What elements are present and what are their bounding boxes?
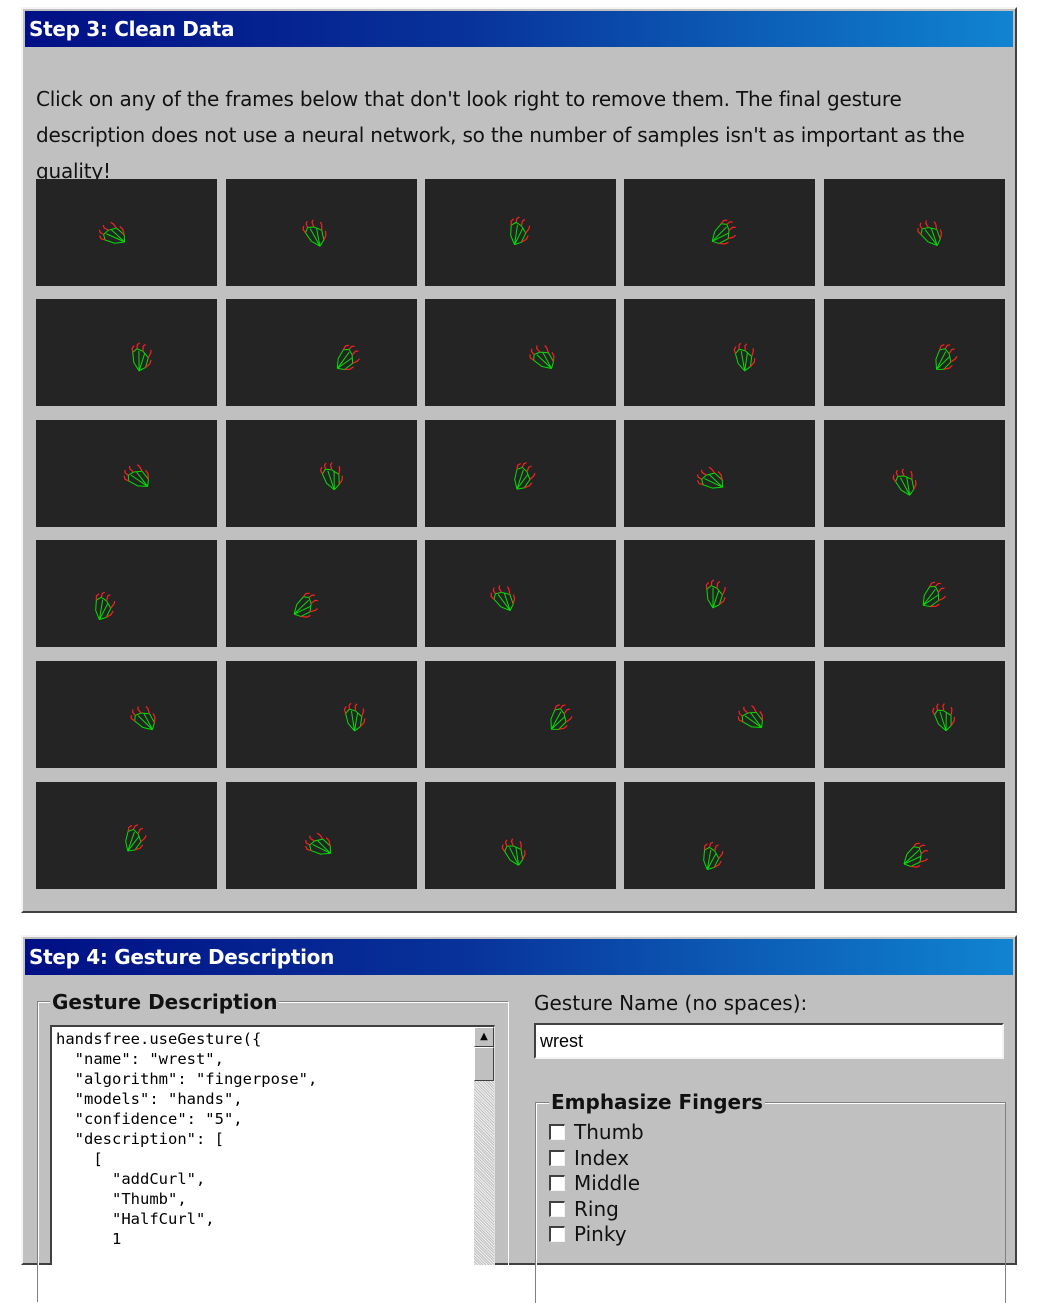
gesture-frame-1[interactable] [36,179,217,286]
index-checkbox[interactable] [549,1149,565,1166]
hand-skeleton-icon [95,591,116,621]
hand-skeleton-icon [550,704,573,730]
hand-skeleton-icon [733,342,756,372]
hand-skeleton-icon [490,585,516,612]
gesture-frame-17[interactable] [226,540,417,647]
gesture-frame-29[interactable] [624,782,815,889]
hand-skeleton-icon [696,466,724,489]
middle-checkbox[interactable] [549,1175,565,1191]
hand-skeleton-icon [903,842,929,868]
pinky-checkbox[interactable] [549,1226,565,1242]
hand-skeleton-icon [737,705,764,729]
gesture-frame-6[interactable] [36,299,217,406]
gesture-frame-11[interactable] [36,420,217,527]
step4-panel: Step 4: Gesture Description Gesture Desc… [21,935,1017,1303]
hand-skeleton-icon [98,221,126,244]
hand-skeleton-icon [302,219,327,247]
gesture-frame-16[interactable] [36,540,217,647]
emphasize-fingers-legend: Emphasize Fingers [549,1089,765,1115]
gesture-frame-27[interactable] [226,782,417,889]
hand-skeleton-icon [305,832,331,855]
step4-title: Step 4: Gesture Description [25,939,1013,975]
thumb-checkbox[interactable] [549,1124,565,1140]
gesture-description-legend: Gesture Description [50,989,280,1015]
index-label: Index [574,1145,630,1170]
gesture-frame-3[interactable] [425,179,616,286]
gesture-description-textarea[interactable]: handsfree.useGesture({ "name": "wrest", … [50,1025,495,1265]
gesture-frame-23[interactable] [425,661,616,768]
hand-skeleton-icon [130,705,156,731]
hand-skeleton-icon [514,462,536,490]
gesture-frame-8[interactable] [425,299,616,406]
gesture-frame-25[interactable] [824,661,1005,768]
gesture-frame-18[interactable] [425,540,616,647]
frame-grid [36,179,1005,891]
gesture-frame-7[interactable] [226,299,417,406]
hand-skeleton-icon [935,344,958,370]
gesture-frame-4[interactable] [624,179,815,286]
gesture-frame-24[interactable] [624,661,815,768]
gesture-frame-9[interactable] [624,299,815,406]
hand-skeleton-icon [293,592,318,618]
scroll-thumb[interactable] [474,1047,494,1081]
step3-instructions: Click on any of the frames below that do… [36,87,965,183]
thumb-label: Thumb [574,1120,644,1144]
gesture-frame-2[interactable] [226,179,417,286]
description-scrollbar[interactable]: ▲ [474,1027,494,1265]
hand-skeleton-icon [125,824,147,852]
gesture-description-code: handsfree.useGesture({ "name": "wrest", … [56,1030,318,1248]
hand-skeleton-icon [711,219,736,245]
hand-skeleton-icon [703,841,724,871]
hand-skeleton-icon [123,464,150,487]
hand-skeleton-icon [932,703,955,732]
middle-label: Middle [574,1171,641,1195]
gesture-frame-19[interactable] [624,540,815,647]
gesture-frame-5[interactable] [824,179,1005,286]
gesture-name-input[interactable] [534,1023,1004,1059]
gesture-frame-26[interactable] [36,782,217,889]
gesture-frame-30[interactable] [824,782,1005,889]
step3-title: Step 3: Clean Data [25,11,1013,47]
hand-skeleton-icon [892,468,917,496]
hand-skeleton-icon [510,216,531,246]
gesture-frame-12[interactable] [226,420,417,527]
pinky-label: Pinky [574,1222,627,1246]
gesture-frame-20[interactable] [824,540,1005,647]
hand-skeleton-icon [917,220,943,246]
hand-skeleton-icon [319,462,343,491]
ring-label: Ring [574,1196,619,1221]
gesture-frame-14[interactable] [624,420,815,527]
hand-skeleton-icon [343,702,366,732]
hand-skeleton-icon [501,838,526,866]
gesture-frame-28[interactable] [425,782,616,889]
hand-skeleton-icon [529,344,555,370]
gesture-frame-15[interactable] [824,420,1005,527]
hand-skeleton-icon [922,581,946,608]
gesture-frame-21[interactable] [36,661,217,768]
hand-skeleton-icon [336,344,360,371]
gesture-frame-13[interactable] [425,420,616,527]
scroll-up-button[interactable]: ▲ [474,1027,494,1047]
hand-skeleton-icon [705,579,726,609]
arrow-up-icon: ▲ [480,1031,488,1042]
step3-panel: Step 3: Clean Data Click on any of the f… [21,7,1017,913]
gesture-frame-22[interactable] [226,661,417,768]
gesture-frame-10[interactable] [824,299,1005,406]
gesture-name-label: Gesture Name (no spaces): [534,991,808,1015]
hand-skeleton-icon [131,342,152,372]
ring-checkbox[interactable] [549,1200,565,1217]
